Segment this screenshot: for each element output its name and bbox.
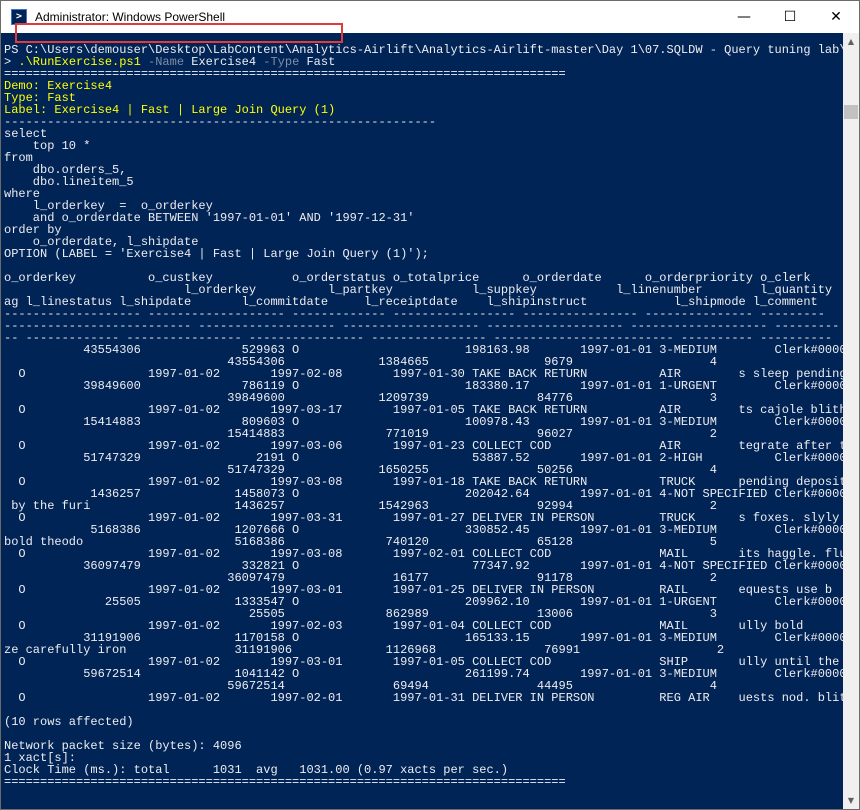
sql-query: select top 10 * from dbo.orders_5, dbo.li… xyxy=(1,128,843,260)
query-line: and o_orderdate BETWEEN '1997-01-01' AND… xyxy=(4,211,415,225)
result-headers: o_orderkey o_custkey o_orderstatus o_tot… xyxy=(1,272,843,308)
scrollbar-thumb[interactable] xyxy=(844,105,858,119)
separator-mid: ----------------------------------------… xyxy=(4,115,437,129)
query-line: from xyxy=(4,151,33,165)
query-line: select xyxy=(4,127,48,141)
close-button[interactable]: ✕ xyxy=(813,1,859,33)
maximize-button[interactable]: ☐ xyxy=(767,1,813,33)
separator-top: ========================================… xyxy=(4,67,566,81)
separator-bottom: ========================================… xyxy=(4,775,566,789)
result-dashes: ------------------- ------------------- … xyxy=(1,308,843,344)
query-line: OPTION (LABEL = 'Exercise4 | Fast | Larg… xyxy=(4,247,429,261)
rows-affected: (10 rows affected) xyxy=(4,715,134,729)
console-output[interactable]: PS C:\Users\demouser\Desktop\LabContent\… xyxy=(1,33,843,809)
powershell-window: > Administrator: Windows PowerShell — ☐ … xyxy=(0,0,860,810)
scroll-down-icon[interactable]: ▼ xyxy=(843,792,859,809)
minimize-button[interactable]: — xyxy=(721,1,767,33)
scroll-up-icon[interactable]: ▲ xyxy=(843,33,859,50)
packet-size-line: Network packet size (bytes): 4096 xyxy=(4,739,242,753)
query-line: top 10 * xyxy=(4,139,91,153)
query-line: dbo.lineitem_5 xyxy=(4,175,134,189)
demo-line: Demo: Exercise4 xyxy=(4,79,113,93)
powershell-icon: > xyxy=(11,9,27,25)
result-row-line: O 1997-01-02 1997-02-01 1997-01-31 DELIV… xyxy=(4,691,843,705)
result-rows: 43554306 529963 O 198163.98 1997-01-01 3… xyxy=(1,344,843,704)
window-title: Administrator: Windows PowerShell xyxy=(35,10,226,24)
vertical-scrollbar[interactable]: ▲ ▼ xyxy=(843,33,859,809)
title-bar[interactable]: > Administrator: Windows PowerShell — ☐ … xyxy=(1,1,859,33)
